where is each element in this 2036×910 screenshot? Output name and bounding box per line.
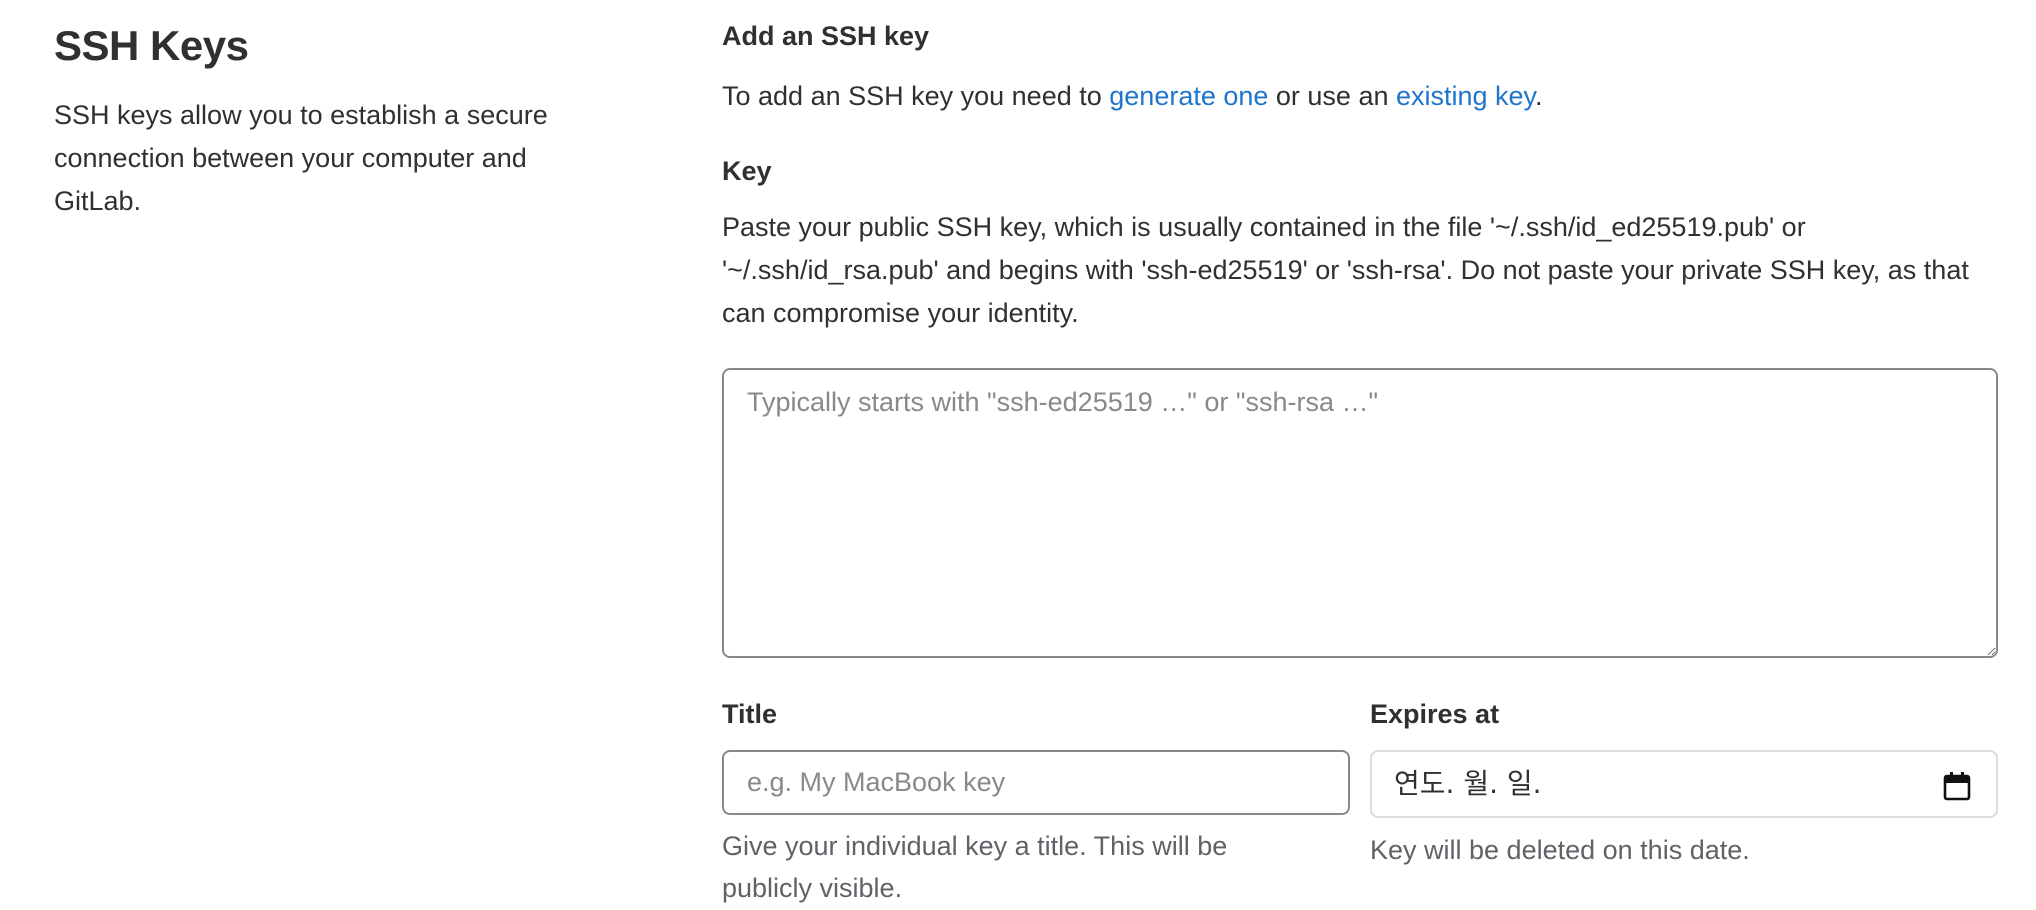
key-label: Key bbox=[722, 156, 772, 186]
title-label: Title bbox=[722, 699, 778, 729]
sidebar-info: SSH Keys SSH keys allow you to establish… bbox=[54, 18, 614, 223]
generate-one-link[interactable]: generate one bbox=[1109, 81, 1268, 111]
form-heading: Add an SSH key bbox=[722, 21, 930, 51]
existing-key-link[interactable]: existing key bbox=[1396, 81, 1535, 111]
intro-prefix: To add an SSH key you need to bbox=[722, 81, 1110, 111]
page-title: SSH Keys bbox=[54, 22, 249, 69]
page-description: SSH keys allow you to establish a secure… bbox=[54, 100, 548, 216]
expires-help-text: Key will be deleted on this date. bbox=[1370, 835, 1750, 865]
calendar-icon[interactable] bbox=[1942, 770, 1972, 802]
intro-text: To add an SSH key you need to generate o… bbox=[722, 76, 1543, 116]
intro-middle: or use an bbox=[1268, 81, 1396, 111]
key-textarea[interactable] bbox=[722, 368, 1998, 658]
title-input[interactable] bbox=[722, 750, 1350, 815]
date-placeholder: 연도. 월. 일. bbox=[1394, 767, 1542, 800]
title-help-text: Give your individual key a title. This w… bbox=[722, 831, 1228, 903]
expires-at-date-input[interactable]: 연도. 월. 일. bbox=[1370, 750, 1998, 818]
intro-suffix: . bbox=[1535, 81, 1543, 111]
key-help-text: Paste your public SSH key, which is usua… bbox=[722, 212, 1969, 328]
expires-at-label: Expires at bbox=[1370, 699, 1500, 729]
